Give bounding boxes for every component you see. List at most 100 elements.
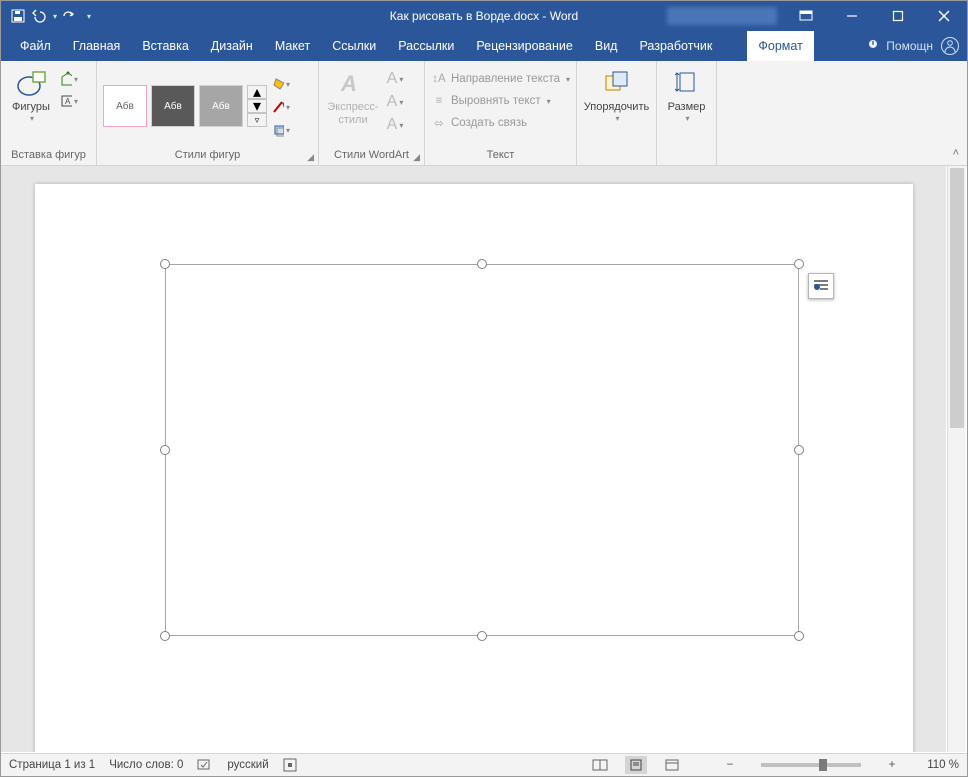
resize-handle-bl[interactable] [160, 631, 170, 641]
page-indicator[interactable]: Страница 1 из 1 [9, 759, 95, 771]
resize-handle-br[interactable] [794, 631, 804, 641]
create-link-button[interactable]: ⬄ Создать связь [431, 113, 527, 133]
user-account[interactable] [667, 7, 777, 25]
zoom-slider[interactable] [761, 763, 861, 767]
layout-options-button[interactable] [808, 273, 834, 299]
close-button[interactable] [921, 1, 967, 31]
zoom-level[interactable]: 110 % [917, 759, 959, 771]
tab-developer[interactable]: Разработчик [628, 31, 723, 61]
text-direction-button[interactable]: ↕A Направление текста▾ [431, 69, 570, 89]
dialog-launcher-icon[interactable]: ◢ [413, 149, 420, 165]
svg-text:A: A [65, 97, 71, 106]
text-direction-icon: ↕A [431, 73, 447, 85]
read-mode-button[interactable] [589, 756, 611, 774]
minimize-button[interactable] [829, 1, 875, 31]
vertical-scrollbar[interactable] [947, 166, 966, 752]
quick-access-toolbar: ▾ ▾ [1, 9, 91, 23]
undo-dropdown-icon[interactable]: ▾ [53, 12, 57, 21]
spellcheck-icon[interactable] [197, 758, 213, 772]
maximize-button[interactable] [875, 1, 921, 31]
chevron-down-icon: ▾ [685, 114, 689, 124]
style-scroll-down[interactable]: ▾ [247, 99, 267, 113]
resize-handle-tm[interactable] [477, 259, 487, 269]
document-area[interactable] [1, 166, 946, 752]
tab-references[interactable]: Ссылки [321, 31, 387, 61]
shape-style-1[interactable]: Абв [103, 85, 147, 127]
tab-design[interactable]: Дизайн [200, 31, 264, 61]
style-gallery-more[interactable]: ▿ [247, 113, 267, 127]
tab-home[interactable]: Главная [62, 31, 132, 61]
scrollbar-thumb[interactable] [950, 168, 964, 428]
shapes-icon [15, 67, 47, 99]
align-text-icon: ≡ [431, 95, 447, 107]
tab-mailings[interactable]: Рассылки [387, 31, 465, 61]
link-icon: ⬄ [431, 116, 447, 130]
tell-me-label: Помощн [886, 39, 933, 53]
text-box-button[interactable]: A▾ [59, 91, 79, 111]
shape-style-3[interactable]: Абв [199, 85, 243, 127]
tab-review[interactable]: Рецензирование [465, 31, 584, 61]
chevron-down-icon: ▾ [30, 114, 34, 124]
resize-handle-tr[interactable] [794, 259, 804, 269]
shape-effects-button[interactable]: ▾ [271, 120, 291, 140]
language-indicator[interactable]: русский [227, 759, 268, 771]
shape-style-2[interactable]: Абв [151, 85, 195, 127]
resize-handle-mr[interactable] [794, 445, 804, 455]
selected-text-box[interactable] [165, 264, 799, 636]
group-text: ↕A Направление текста▾ ≡ Выровнять текст… [425, 61, 577, 165]
size-label: Размер [668, 101, 706, 114]
ribbon-display-options[interactable] [783, 1, 829, 31]
redo-icon[interactable] [61, 9, 77, 23]
size-button[interactable]: Размер ▾ [663, 65, 710, 126]
svg-text:A: A [340, 71, 357, 96]
word-count[interactable]: Число слов: 0 [109, 759, 183, 771]
group-label-text: Текст [431, 147, 570, 163]
quick-styles-label: Экспресс- стили [327, 101, 378, 127]
tab-format[interactable]: Формат [747, 31, 813, 61]
shape-fill-button[interactable]: ▾ [271, 74, 291, 94]
window-title: Как рисовать в Ворде.docx - Word [390, 9, 578, 23]
group-label-shape-styles: Стили фигур ◢ [103, 147, 312, 163]
align-text-button[interactable]: ≡ Выровнять текст▾ [431, 91, 551, 111]
tab-file[interactable]: Файл [9, 31, 62, 61]
tab-layout[interactable]: Макет [264, 31, 321, 61]
arrange-label: Упорядочить [584, 101, 649, 114]
group-arrange: Упорядочить ▾ [577, 61, 657, 165]
print-layout-button[interactable] [625, 756, 647, 774]
wordart-icon: A [337, 67, 369, 99]
group-shape-styles: Абв Абв Абв ▴ ▾ ▿ ▾ ▾ ▾ Стили фигур ◢ [97, 61, 319, 165]
dialog-launcher-icon[interactable]: ◢ [307, 149, 314, 165]
text-fill-button[interactable]: A▾ [385, 69, 405, 89]
zoom-in-button[interactable]: + [881, 756, 903, 774]
zoom-slider-knob[interactable] [819, 759, 827, 771]
text-effects-button[interactable]: A▾ [385, 115, 405, 135]
ribbon: Фигуры ▾ ▾ A▾ Вставка фигур Абв Абв Абв … [1, 61, 967, 166]
ribbon-tabs: Файл Главная Вставка Дизайн Макет Ссылки… [1, 31, 967, 61]
tab-view[interactable]: Вид [584, 31, 629, 61]
resize-handle-tl[interactable] [160, 259, 170, 269]
edit-shape-button[interactable]: ▾ [59, 69, 79, 89]
save-icon[interactable] [11, 9, 27, 23]
macro-record-icon[interactable] [283, 758, 297, 772]
shape-outline-button[interactable]: ▾ [271, 97, 291, 117]
group-label-insert-shapes: Вставка фигур [7, 147, 90, 163]
group-insert-shapes: Фигуры ▾ ▾ A▾ Вставка фигур [1, 61, 97, 165]
share-icon[interactable] [941, 37, 959, 55]
text-outline-button[interactable]: A▾ [385, 92, 405, 112]
collapse-ribbon-icon[interactable]: ˄ [953, 147, 959, 159]
zoom-out-button[interactable]: − [719, 756, 741, 774]
title-bar: ▾ ▾ Как рисовать в Ворде.docx - Word [1, 1, 967, 31]
quick-styles-button[interactable]: A Экспресс- стили [325, 65, 381, 129]
chevron-down-icon: ▾ [615, 114, 619, 124]
tab-insert[interactable]: Вставка [131, 31, 199, 61]
resize-handle-ml[interactable] [160, 445, 170, 455]
tell-me-search[interactable]: Помощн [868, 39, 933, 53]
shapes-button[interactable]: Фигуры ▾ [7, 65, 55, 126]
qat-customize-icon[interactable]: ▾ [87, 12, 91, 21]
arrange-button[interactable]: Упорядочить ▾ [582, 65, 651, 126]
web-layout-button[interactable] [661, 756, 683, 774]
page[interactable] [35, 184, 913, 752]
resize-handle-bm[interactable] [477, 631, 487, 641]
group-size: Размер ▾ [657, 61, 717, 165]
undo-icon[interactable] [31, 9, 47, 23]
